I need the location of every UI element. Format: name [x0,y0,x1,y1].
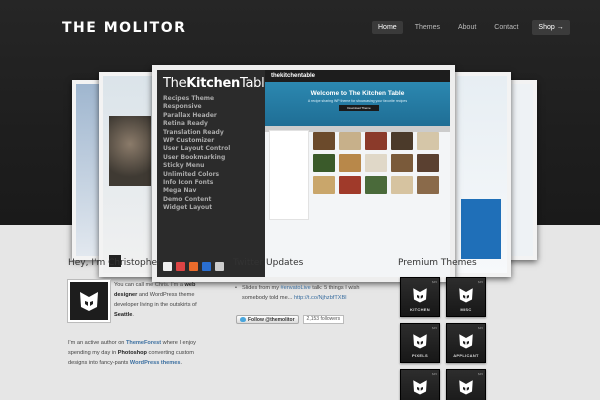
wordpress-themes-link[interactable]: WordPress themes [130,360,181,366]
feature-item: Unlimited Colors [163,170,220,178]
recipe-thumbnail [313,176,335,194]
theme-slider: TheKitchenTable Recipes Theme Responsive… [0,60,600,282]
follow-widget: Follow @themolitor 2,153 followers [236,315,345,324]
theme-tile-applicant[interactable]: $45 APPLICANT [446,323,486,363]
premium-heading: Premium Themes [398,258,477,268]
slide-card-right[interactable] [453,72,511,277]
responsive-icon [215,262,224,271]
preview-subtitle: A recipe sharing WP theme for showcasing… [307,99,408,103]
slide-photo [109,116,151,186]
recipe-thumbnail [313,132,335,150]
theme-tile[interactable]: $45 [400,369,440,400]
molitor-helmet-icon [459,334,473,349]
recipe-thumbnail [391,154,413,172]
recipe-thumbnail [417,154,439,172]
premium-themes-section: Premium Themes $45 KITCHEN $45 MISC $45 … [398,258,498,400]
theme-tile[interactable]: $45 [446,369,486,400]
feature-item: Retina Ready [163,120,208,128]
theme-tile-kitchen[interactable]: $45 KITCHEN [400,277,440,317]
preview-hero: thekitchentable Welcome to The Kitchen T… [265,70,450,126]
follow-button[interactable]: Follow @themolitor [236,315,299,324]
preview-sidebar [269,130,309,220]
feature-list: Recipes Theme Responsive Parallax Header… [163,95,259,213]
about-heading: Hey, I'm Christopher [68,258,161,268]
slide-card-featured[interactable]: TheKitchenTable Recipes Theme Responsive… [152,65,455,282]
feature-item: Sticky Menu [163,162,205,170]
feature-item: Responsive [163,103,202,111]
recipe-thumbnail [339,154,361,172]
nav-about[interactable]: About [452,21,482,34]
theme-tile-misc[interactable]: $45 MISC [446,277,486,317]
molitor-helmet-icon [413,334,427,349]
recipe-thumbnail [339,132,361,150]
featured-info-panel: TheKitchenTable Recipes Theme Responsive… [157,70,273,277]
recipe-thumbnail [365,132,387,150]
preview-recipe-grid [313,132,439,194]
feature-item: Translation Ready [163,128,224,136]
preview-button: Download Theme [339,105,379,111]
feature-item: User Layout Control [163,145,231,153]
about-section: Hey, I'm Christopher You can call me Chr… [68,258,208,366]
molitor-helmet-icon [413,380,427,395]
feature-item: Recipes Theme [163,95,215,102]
twitter-heading: Twitter Updates [233,258,304,268]
nav-contact[interactable]: Contact [488,21,524,34]
themeforest-link[interactable]: ThemeForest [126,340,161,346]
recipe-thumbnail [417,132,439,150]
recipe-thumbnail [339,176,361,194]
about-bio: I'm an active author on ThemeForest wher… [68,340,196,366]
feature-item: Info Icon Fonts [163,179,214,187]
feature-item: Demo Content [163,195,212,203]
preview-welcome: Welcome to The Kitchen Table [310,90,405,97]
tweet-item: Slides from my #envatoLive talk: 5 thing… [235,283,372,303]
twitter-bird-icon [240,317,246,322]
feature-item: Mega Nav [163,187,197,195]
slide-blue-block [461,199,501,259]
molitor-helmet-icon [413,288,427,303]
recipe-thumbnail [391,176,413,194]
recipe-thumbnail [417,176,439,194]
about-intro: You can call me Chris. I'm a web designe… [114,282,197,318]
molitor-helmet-icon [80,292,98,311]
nav-shop-button[interactable]: Shop → [532,20,570,35]
avatar [68,280,110,322]
hashtag-link[interactable]: #envatoLive [281,285,311,291]
theme-tile-pixels[interactable]: $45 PIXELS [400,323,440,363]
site-logo[interactable]: THE MOLITOR [62,20,186,36]
featured-preview: thekitchentable Welcome to The Kitchen T… [265,70,450,277]
featured-title: TheKitchenTable [163,76,273,91]
molitor-helmet-icon [459,288,473,303]
recipe-thumbnail [365,176,387,194]
nav-home[interactable]: Home [372,21,403,34]
feature-item: Widget Layout [163,204,213,212]
feature-item: User Bookmarking [163,153,226,161]
recipe-thumbnail [391,132,413,150]
main-nav: Home Themes About Contact Shop → [372,20,576,35]
molitor-helmet-icon [459,380,473,395]
recipe-thumbnail [313,154,335,172]
follower-count[interactable]: 2,153 followers [302,315,345,324]
preview-brand: thekitchentable [271,73,316,79]
recipe-thumbnail [365,154,387,172]
nav-themes[interactable]: Themes [409,21,446,34]
feature-item: WP Customizer [163,137,215,145]
feature-item: Parallax Header [163,111,217,119]
tweet-link[interactable]: http://t.co/NjhzbfTXBl [294,295,347,301]
twitter-section: Twitter Updates Slides from my #envatoLi… [233,258,373,324]
